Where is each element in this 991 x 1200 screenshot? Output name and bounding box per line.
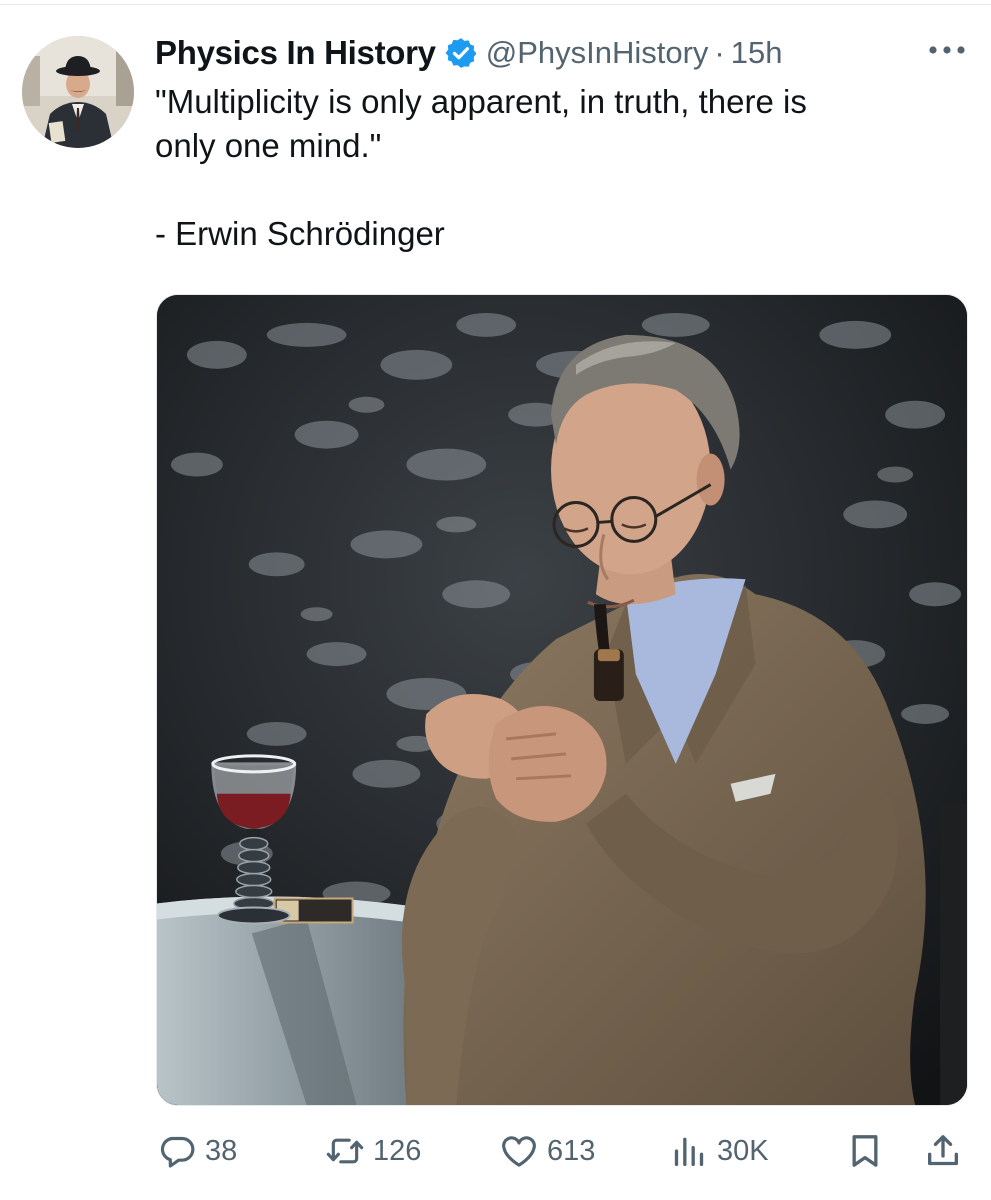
tweet-text-line: only one mind." — [155, 127, 382, 164]
display-name[interactable]: Physics In History — [155, 34, 436, 72]
tweet-text: "Multiplicity is only apparent, in truth… — [155, 80, 955, 256]
share-button[interactable] — [923, 1124, 963, 1178]
retweet-icon — [326, 1138, 364, 1164]
bookmark-icon — [852, 1135, 878, 1167]
retweet-count: 126 — [373, 1134, 422, 1167]
like-button[interactable]: 613 — [499, 1124, 595, 1178]
avatar-image — [22, 36, 134, 148]
verified-badge-icon — [444, 36, 478, 70]
more-options-icon[interactable] — [926, 38, 968, 62]
views-count: 30K — [717, 1134, 769, 1167]
handle[interactable]: @PhysInHistory — [486, 35, 709, 71]
views-button[interactable]: 30K — [669, 1124, 769, 1178]
share-icon — [928, 1135, 958, 1166]
tweet-photo[interactable] — [156, 294, 968, 1106]
reply-icon — [160, 1136, 195, 1168]
tweet-text-line: "Multiplicity is only apparent, in truth… — [155, 83, 807, 120]
reply-button[interactable]: 38 — [157, 1124, 237, 1178]
reply-count: 38 — [205, 1134, 238, 1167]
avatar[interactable] — [22, 36, 134, 148]
timestamp[interactable]: 15h — [731, 35, 783, 71]
tweet-header: Physics In History @PhysInHistory · 15h — [155, 30, 782, 76]
separator-dot: · — [714, 35, 725, 70]
retweet-button[interactable]: 126 — [325, 1124, 421, 1178]
tweet-text-line: - Erwin Schrödinger — [155, 215, 445, 252]
top-divider — [0, 4, 991, 5]
action-bar: 38 126 613 30K — [155, 1124, 970, 1178]
photo-image — [157, 295, 967, 1105]
views-icon — [674, 1137, 704, 1166]
bookmark-button[interactable] — [845, 1124, 885, 1178]
like-icon — [502, 1136, 536, 1167]
like-count: 613 — [547, 1134, 596, 1167]
